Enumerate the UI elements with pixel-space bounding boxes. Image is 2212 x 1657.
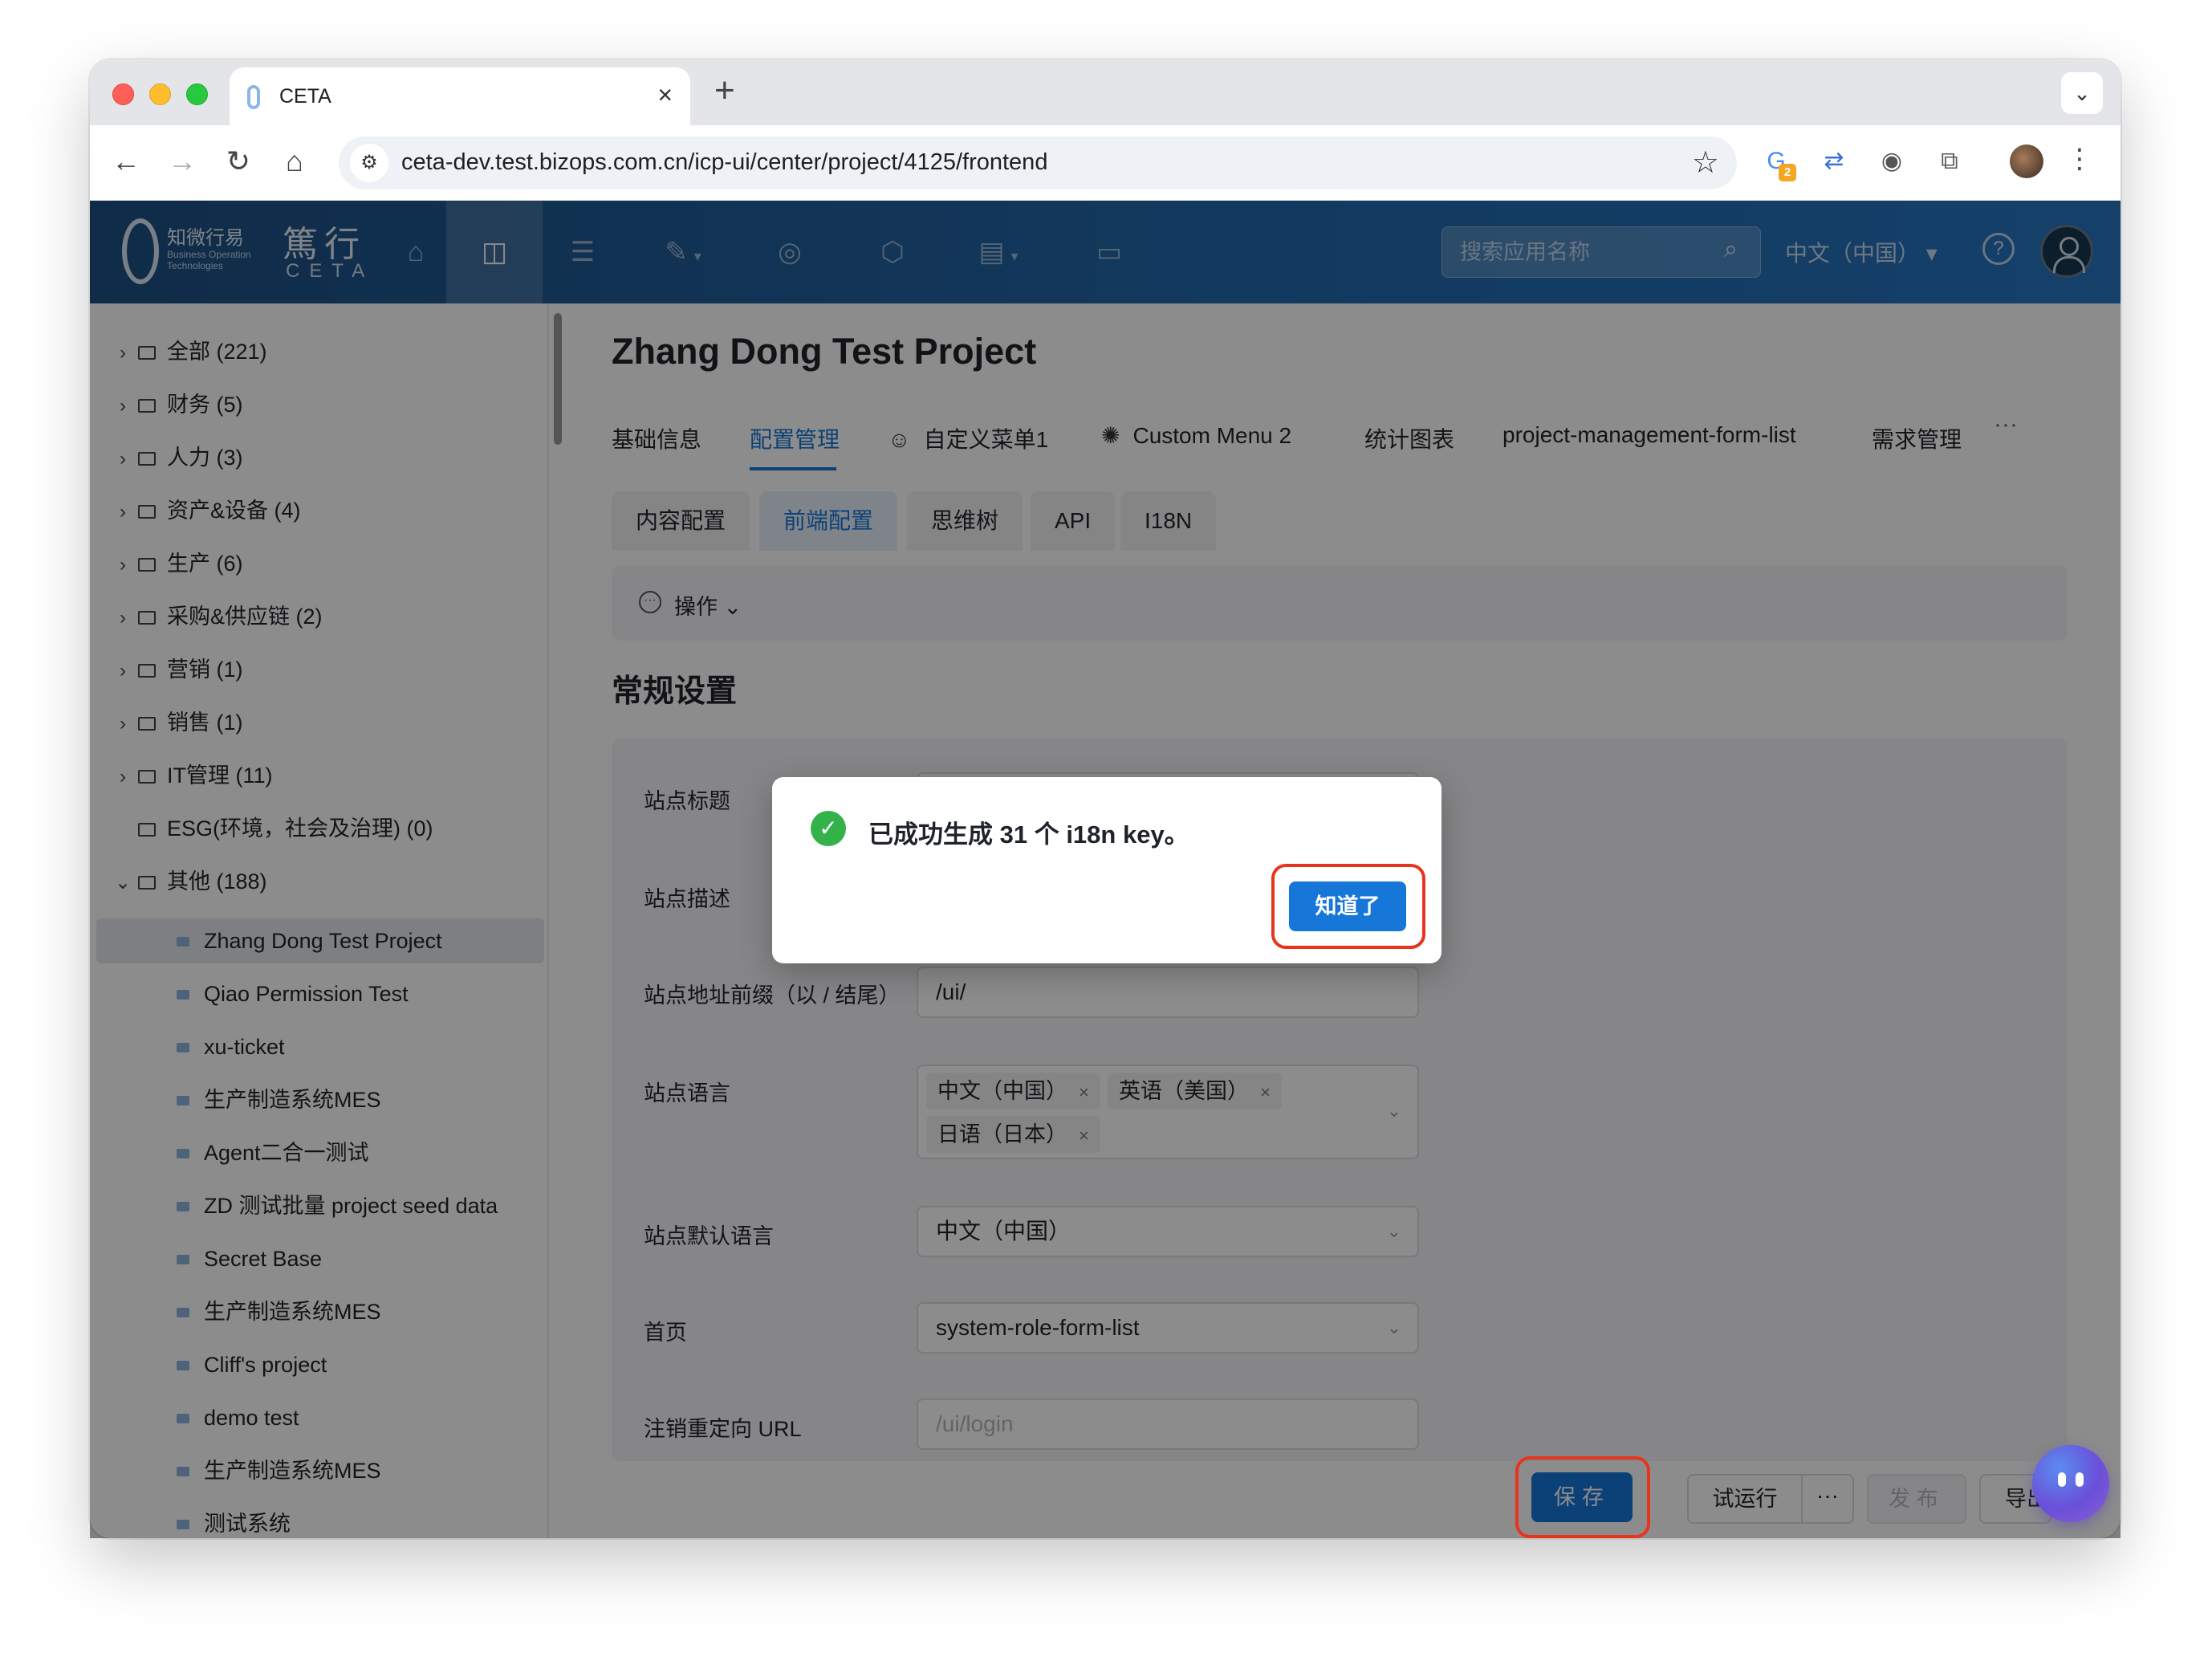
assistant-bot-icon[interactable] — [2032, 1445, 2109, 1522]
new-tab-button[interactable]: + — [714, 71, 735, 111]
reload-icon[interactable]: ↻ — [220, 145, 257, 178]
extension-g-icon[interactable]: G 2 — [1758, 143, 1796, 181]
dialog-message: 已成功生成 31 个 i18n key。 — [868, 820, 1189, 849]
tab-close-icon[interactable]: × — [657, 80, 673, 110]
extensions-puzzle-icon[interactable]: ⧉ — [1931, 143, 1968, 180]
back-icon[interactable]: ← — [108, 145, 144, 178]
ceta-favicon-icon — [247, 85, 260, 109]
translate-icon[interactable]: ⇄ — [1816, 143, 1852, 180]
url-text[interactable]: ceta-dev.test.bizops.com.cn/icp-ui/cente… — [401, 149, 1047, 176]
profile-avatar[interactable] — [2010, 145, 2043, 178]
forward-icon[interactable]: → — [164, 145, 201, 178]
tab-search-button[interactable]: ⌄ — [2061, 72, 2103, 114]
camera-icon[interactable]: ◉ — [1873, 143, 1910, 180]
maximize-window-button[interactable] — [186, 83, 208, 105]
browser-menu-icon[interactable]: ⋮ — [2066, 143, 2093, 175]
browser-tab[interactable]: CETA × — [230, 67, 690, 125]
site-settings-icon[interactable]: ⚙ — [350, 144, 388, 182]
address-bar[interactable]: ⚙ ceta-dev.test.bizops.com.cn/icp-ui/cen… — [339, 136, 1737, 189]
minimize-window-button[interactable] — [149, 83, 171, 105]
browser-toolbar: ← → ↻ ⌂ ⚙ ceta-dev.test.bizops.com.cn/ic… — [90, 125, 2121, 201]
extension-badge: 2 — [1779, 164, 1796, 181]
home-icon[interactable]: ⌂ — [276, 145, 313, 178]
success-check-icon: ✓ — [811, 811, 846, 846]
tab-strip: CETA × + ⌄ — [90, 59, 2121, 125]
bookmark-star-icon[interactable]: ☆ — [1692, 145, 1719, 181]
save-button-highlight — [1515, 1456, 1650, 1538]
tab-title: CETA — [279, 85, 331, 108]
ok-button-highlight — [1271, 864, 1425, 949]
close-window-button[interactable] — [112, 83, 134, 105]
